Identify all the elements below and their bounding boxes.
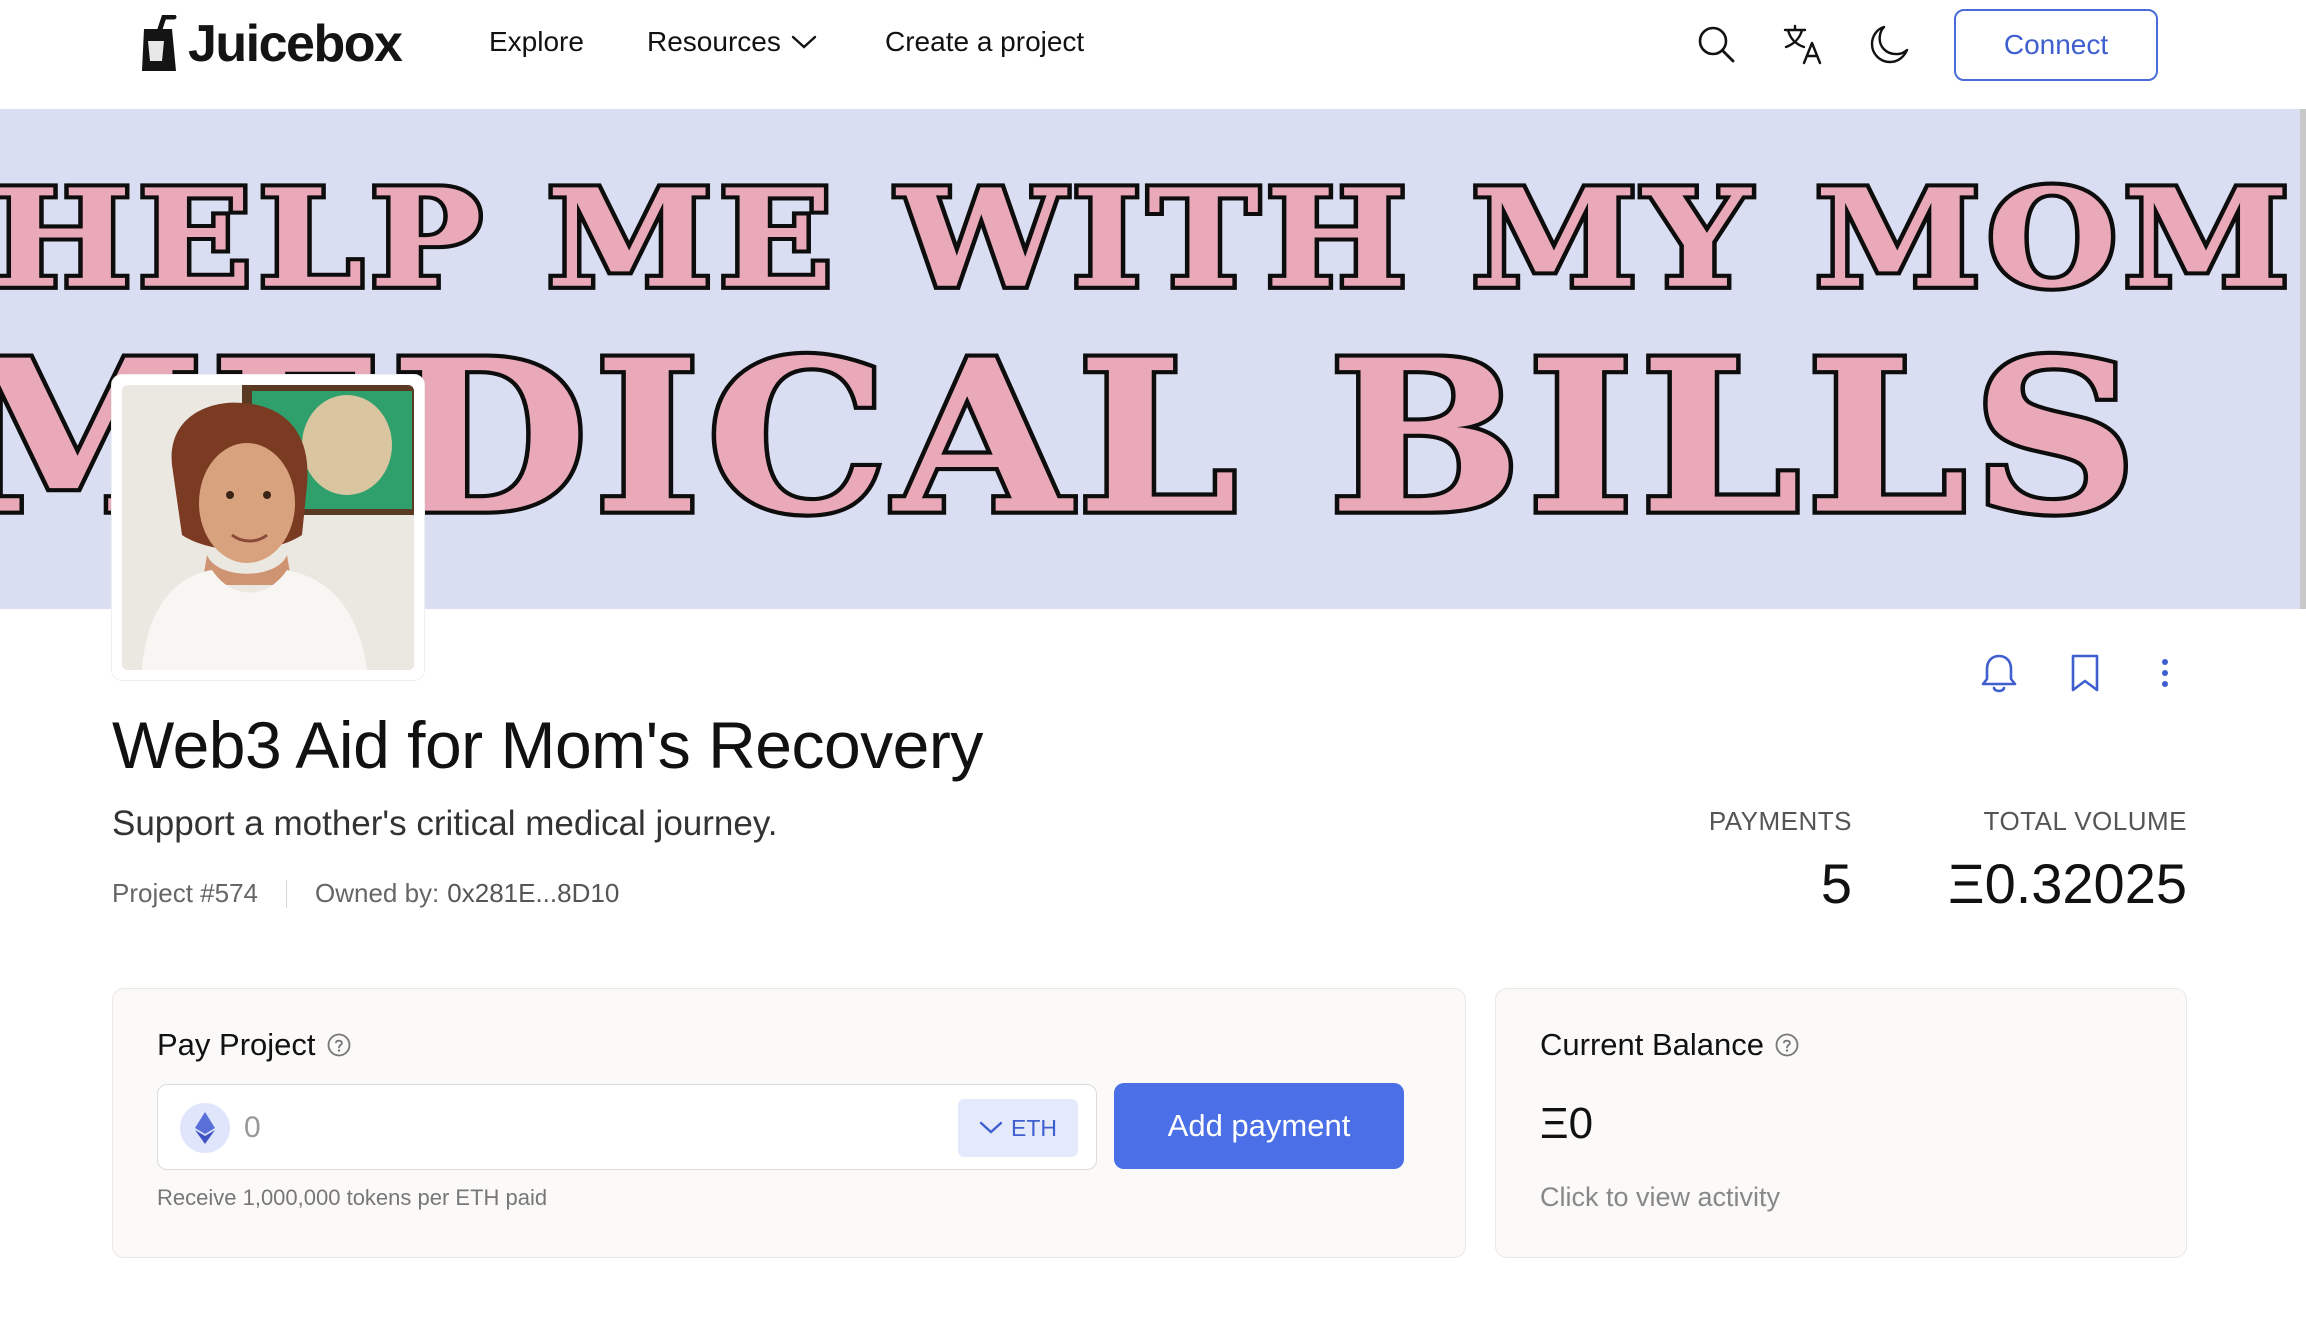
project-avatar bbox=[112, 375, 424, 680]
bookmark-icon[interactable] bbox=[2062, 650, 2108, 696]
project-number: Project #574 bbox=[112, 878, 258, 908]
nav-explore[interactable]: Explore bbox=[489, 26, 584, 58]
pay-amount-field[interactable]: ETH bbox=[157, 1084, 1097, 1170]
project-title: Web3 Aid for Mom's Recovery bbox=[112, 708, 983, 782]
pay-project-card: Pay Project ETH Add paymen bbox=[112, 988, 1466, 1258]
total-volume-label: TOTAL VOLUME bbox=[1983, 806, 2187, 836]
current-balance-card[interactable]: Current Balance Ξ0 Click to view activit… bbox=[1495, 988, 2187, 1258]
chevron-down-icon bbox=[791, 35, 817, 49]
current-balance-title: Current Balance bbox=[1540, 1027, 1800, 1063]
logo-text: Juicebox bbox=[188, 15, 403, 73]
pay-project-label: Pay Project bbox=[157, 1027, 316, 1062]
banner-text-line1: HELP ME WITH MY MOM'S bbox=[0, 156, 2306, 323]
nav-create-label: Create a project bbox=[885, 26, 1085, 57]
connect-button[interactable]: Connect bbox=[1954, 9, 2158, 81]
meta-divider bbox=[285, 879, 287, 908]
bell-icon[interactable] bbox=[1976, 650, 2022, 696]
scrollbar-edge bbox=[2300, 109, 2306, 609]
total-volume-stat: TOTAL VOLUME Ξ0.32025 bbox=[1935, 806, 2187, 916]
help-icon[interactable] bbox=[1774, 1032, 1800, 1058]
pay-project-title: Pay Project bbox=[157, 1027, 352, 1063]
payments-value: 5 bbox=[1820, 852, 1852, 915]
translate-icon[interactable] bbox=[1781, 22, 1825, 66]
page: Juicebox Explore Resources Create a proj… bbox=[0, 0, 2306, 1336]
view-activity-link[interactable]: Click to view activity bbox=[1540, 1182, 1780, 1213]
more-vertical-icon[interactable] bbox=[2142, 650, 2188, 696]
project-meta: Project #574 Owned by: 0x281E...8D10 bbox=[112, 878, 619, 909]
amount-input[interactable] bbox=[244, 1105, 744, 1151]
currency-select[interactable]: ETH bbox=[958, 1099, 1078, 1157]
total-volume-value: Ξ0.32025 bbox=[1948, 852, 2187, 915]
nav-create-project[interactable]: Create a project bbox=[885, 26, 1084, 58]
add-payment-button[interactable]: Add payment bbox=[1114, 1083, 1404, 1169]
juicebox-logo[interactable]: Juicebox bbox=[140, 14, 403, 74]
owned-by-label: Owned by: bbox=[314, 878, 440, 908]
avatar-photo bbox=[122, 385, 414, 670]
help-icon[interactable] bbox=[326, 1032, 352, 1058]
ethereum-icon bbox=[180, 1103, 230, 1153]
owner-address[interactable]: 0x281E...8D10 bbox=[447, 878, 619, 909]
nav-resources[interactable]: Resources bbox=[647, 26, 817, 58]
moon-icon[interactable] bbox=[1868, 22, 1912, 66]
payments-stat: PAYMENTS 5 bbox=[1700, 806, 1852, 916]
nav-resources-label: Resources bbox=[647, 26, 781, 57]
current-balance-label: Current Balance bbox=[1540, 1027, 1765, 1062]
search-icon[interactable] bbox=[1694, 22, 1738, 66]
payments-label: PAYMENTS bbox=[1708, 806, 1852, 836]
top-nav: Juicebox Explore Resources Create a proj… bbox=[0, 0, 2306, 109]
token-rate-hint: Receive 1,000,000 tokens per ETH paid bbox=[157, 1185, 548, 1210]
chevron-down-icon bbox=[979, 1121, 1003, 1134]
nav-explore-label: Explore bbox=[489, 26, 584, 57]
currency-label: ETH bbox=[1011, 1114, 1057, 1141]
current-balance-value: Ξ0 bbox=[1540, 1099, 1594, 1148]
project-description: Support a mother's critical medical jour… bbox=[112, 804, 778, 843]
juicebox-logo-icon bbox=[142, 15, 177, 71]
